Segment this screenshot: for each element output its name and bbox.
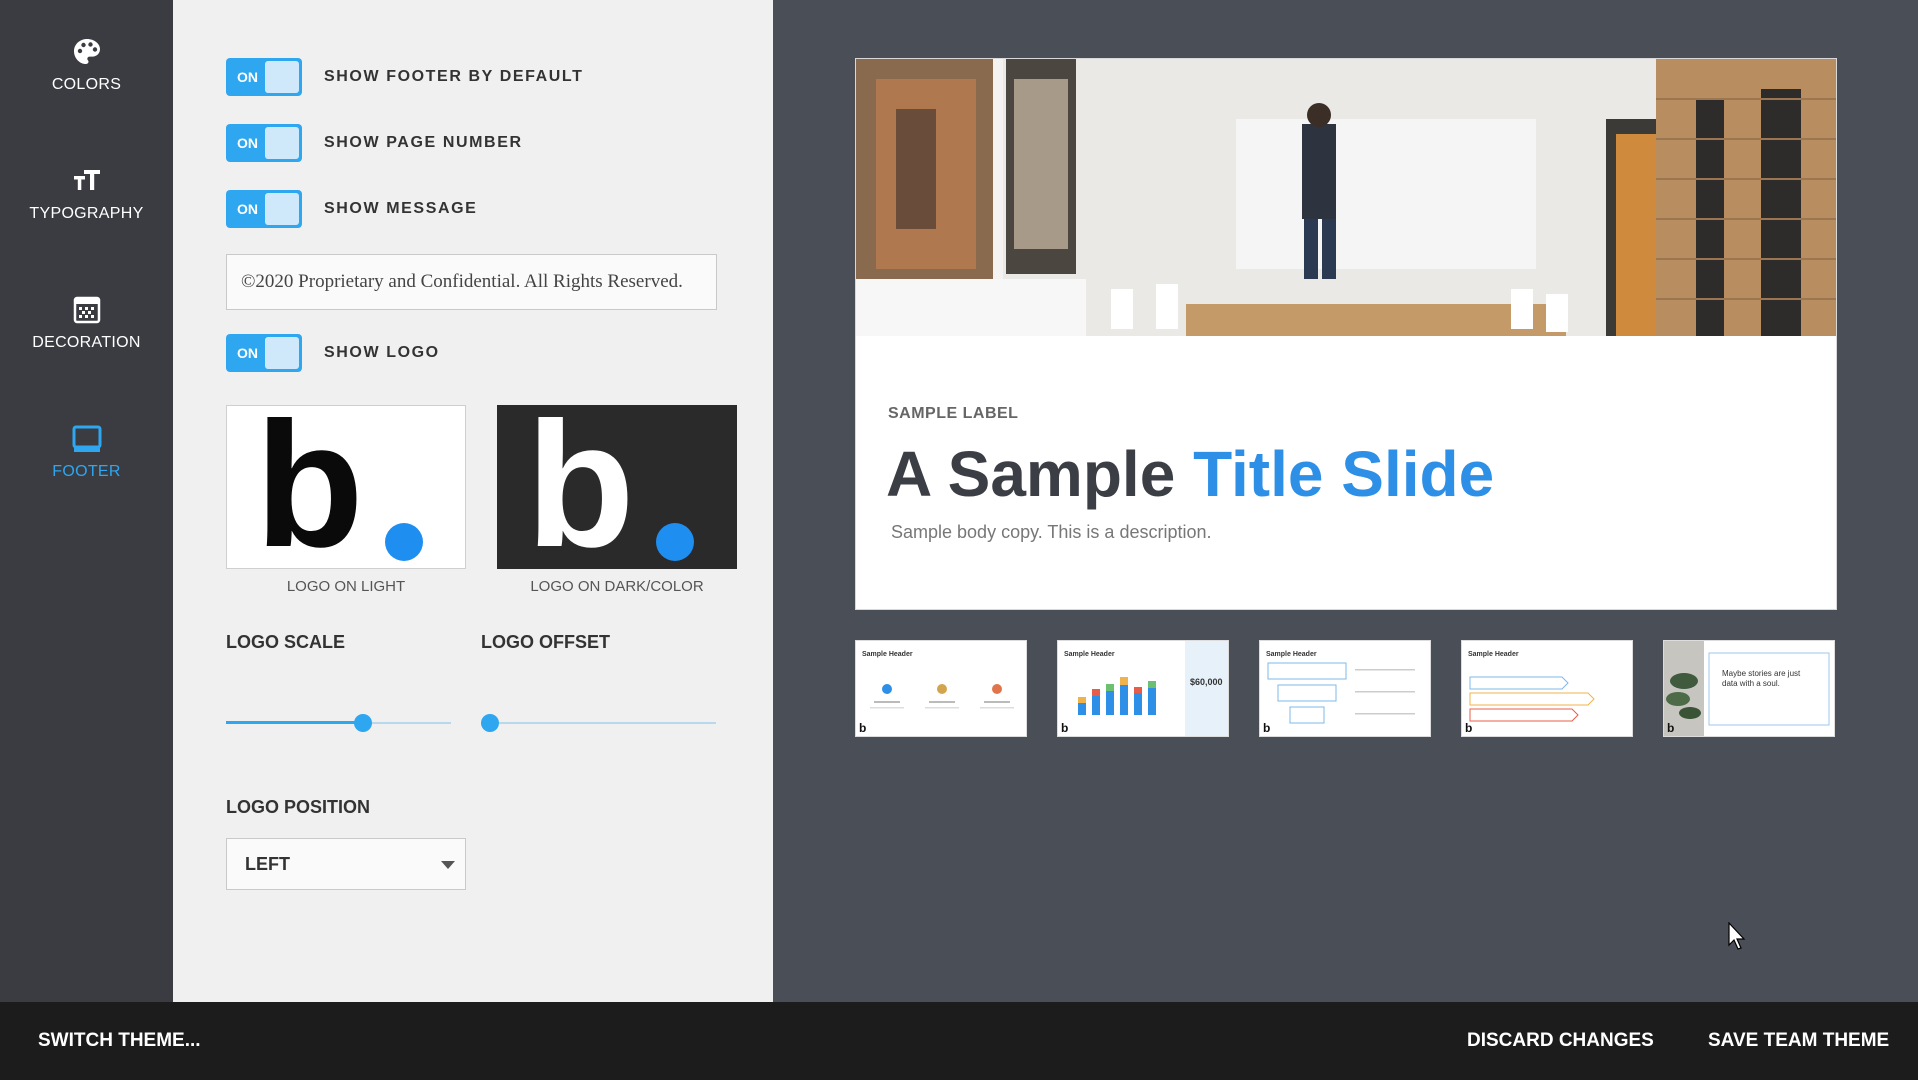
logo-offset-track[interactable] <box>481 722 716 724</box>
slide-thumbnail[interactable]: Sample Header b <box>855 640 1027 737</box>
slide-thumbnail[interactable]: Sample Header b <box>1461 640 1633 737</box>
logo-letter: b <box>526 406 635 569</box>
thumbnail-logo: b <box>1263 721 1271 735</box>
slide-title-dark: A Sample <box>886 438 1176 510</box>
discard-changes-button[interactable]: DISCARD CHANGES <box>1467 1002 1654 1080</box>
thumbnail-content <box>1078 641 1228 736</box>
show-page-number-toggle[interactable]: ON <box>226 124 302 162</box>
nav-item-label: TYPOGRAPHY <box>29 205 144 222</box>
toggle-row-show-page-number: ON SHOW PAGE NUMBER <box>226 123 523 163</box>
logo-scale-thumb[interactable] <box>354 714 373 732</box>
nav-item-label: COLORS <box>51 76 122 93</box>
slide-thumbnail[interactable]: Sample Header b <box>1259 640 1431 737</box>
logo-position-select[interactable]: LEFT <box>226 838 466 890</box>
decoration-icon <box>73 296 100 324</box>
brand-logo-light: b <box>255 406 423 569</box>
nav-item-label: FOOTER <box>52 463 121 480</box>
toggle-state-label: ON <box>237 345 258 361</box>
show-message-toggle[interactable]: ON <box>226 190 302 228</box>
logo-offset-label: LOGO OFFSET <box>481 632 610 652</box>
nav-item-label: DECORATION <box>32 334 141 351</box>
logo-on-dark-upload[interactable]: b <box>497 405 737 569</box>
logo-light-caption: LOGO ON LIGHT <box>286 578 406 595</box>
save-team-theme-button[interactable]: SAVE TEAM THEME <box>1708 1002 1889 1080</box>
footer-settings-panel: ON SHOW FOOTER BY DEFAULT ON SHOW PAGE N… <box>173 0 773 1002</box>
show-footer-toggle[interactable]: ON <box>226 58 302 96</box>
footer-message-input[interactable] <box>226 254 717 310</box>
toggle-label: SHOW MESSAGE <box>324 200 478 217</box>
slide-thumbnail[interactable]: Sample Header $60,000 b <box>1057 640 1229 737</box>
toggle-row-show-logo: ON SHOW LOGO <box>226 333 440 373</box>
logo-on-light-upload[interactable]: b <box>226 405 466 569</box>
thumbnail-logo: b <box>1465 721 1473 735</box>
thumbnail-content <box>870 684 1014 709</box>
toggle-knob <box>265 127 299 159</box>
palette-icon <box>73 39 100 64</box>
logo-position-value: LEFT <box>245 854 290 874</box>
plant-image <box>1664 641 1830 736</box>
nav-item-typography[interactable]: TYPOGRAPHY <box>0 165 173 275</box>
slide-title-accent: Title Slide <box>1193 438 1495 510</box>
nav-item-footer[interactable]: FOOTER <box>0 423 173 533</box>
sidebar-nav: COLORS TYPOGRAPHY DECORATION FOOTER <box>0 0 173 1002</box>
text-size-icon <box>73 170 100 190</box>
thumbnail-value: $60,000 <box>1190 677 1223 687</box>
bottom-action-bar: SWITCH THEME... DISCARD CHANGES SAVE TEA… <box>0 1002 1918 1080</box>
nav-item-decoration[interactable]: DECORATION <box>0 294 173 404</box>
toggle-state-label: ON <box>237 135 258 151</box>
thumbnail-quote: Maybe stories are just data with a soul. <box>1722 669 1801 688</box>
office-photo <box>856 59 1836 336</box>
toggle-knob <box>265 193 299 225</box>
toggle-row-show-footer: ON SHOW FOOTER BY DEFAULT <box>226 57 584 97</box>
thumbnail-content <box>1469 676 1595 722</box>
nav-item-colors[interactable]: COLORS <box>0 36 173 146</box>
logo-scale-label: LOGO SCALE <box>226 632 346 652</box>
show-logo-toggle[interactable]: ON <box>226 334 302 372</box>
toggle-label: SHOW LOGO <box>324 344 440 361</box>
thumbnail-logo: b <box>859 721 867 735</box>
chevron-down-icon <box>441 861 455 869</box>
thumbnail-logo: b <box>1061 721 1069 735</box>
slide-preview: SAMPLE LABEL A Sample Title Slide Sample… <box>855 58 1837 610</box>
footer-icon <box>72 425 101 452</box>
slide-title: A Sample Title Slide <box>886 437 1494 511</box>
logo-offset-thumb[interactable] <box>481 714 499 732</box>
toggle-knob <box>265 61 299 93</box>
logo-dark-caption: LOGO ON DARK/COLOR <box>530 578 704 595</box>
switch-theme-button[interactable]: SWITCH THEME... <box>38 1002 201 1080</box>
toggle-row-show-message: ON SHOW MESSAGE <box>226 189 477 229</box>
thumbnail-logo: b <box>1667 721 1675 735</box>
toggle-state-label: ON <box>237 201 258 217</box>
toggle-label: SHOW PAGE NUMBER <box>324 134 523 151</box>
thumbnail-content <box>1267 662 1415 724</box>
toggle-knob <box>265 337 299 369</box>
toggle-label: SHOW FOOTER BY DEFAULT <box>324 68 584 85</box>
slide-body-copy: Sample body copy. This is a description. <box>891 522 1212 542</box>
brand-logo-dark: b <box>526 406 694 569</box>
mouse-cursor-icon <box>1728 922 1746 950</box>
logo-position-label: LOGO POSITION <box>226 797 371 817</box>
logo-letter: b <box>255 406 364 569</box>
toggle-state-label: ON <box>237 69 258 85</box>
logo-scale-fill <box>226 721 364 724</box>
slide-sample-label: SAMPLE LABEL <box>888 405 1019 422</box>
slide-thumbnail[interactable]: Maybe stories are just data with a soul.… <box>1663 640 1835 737</box>
